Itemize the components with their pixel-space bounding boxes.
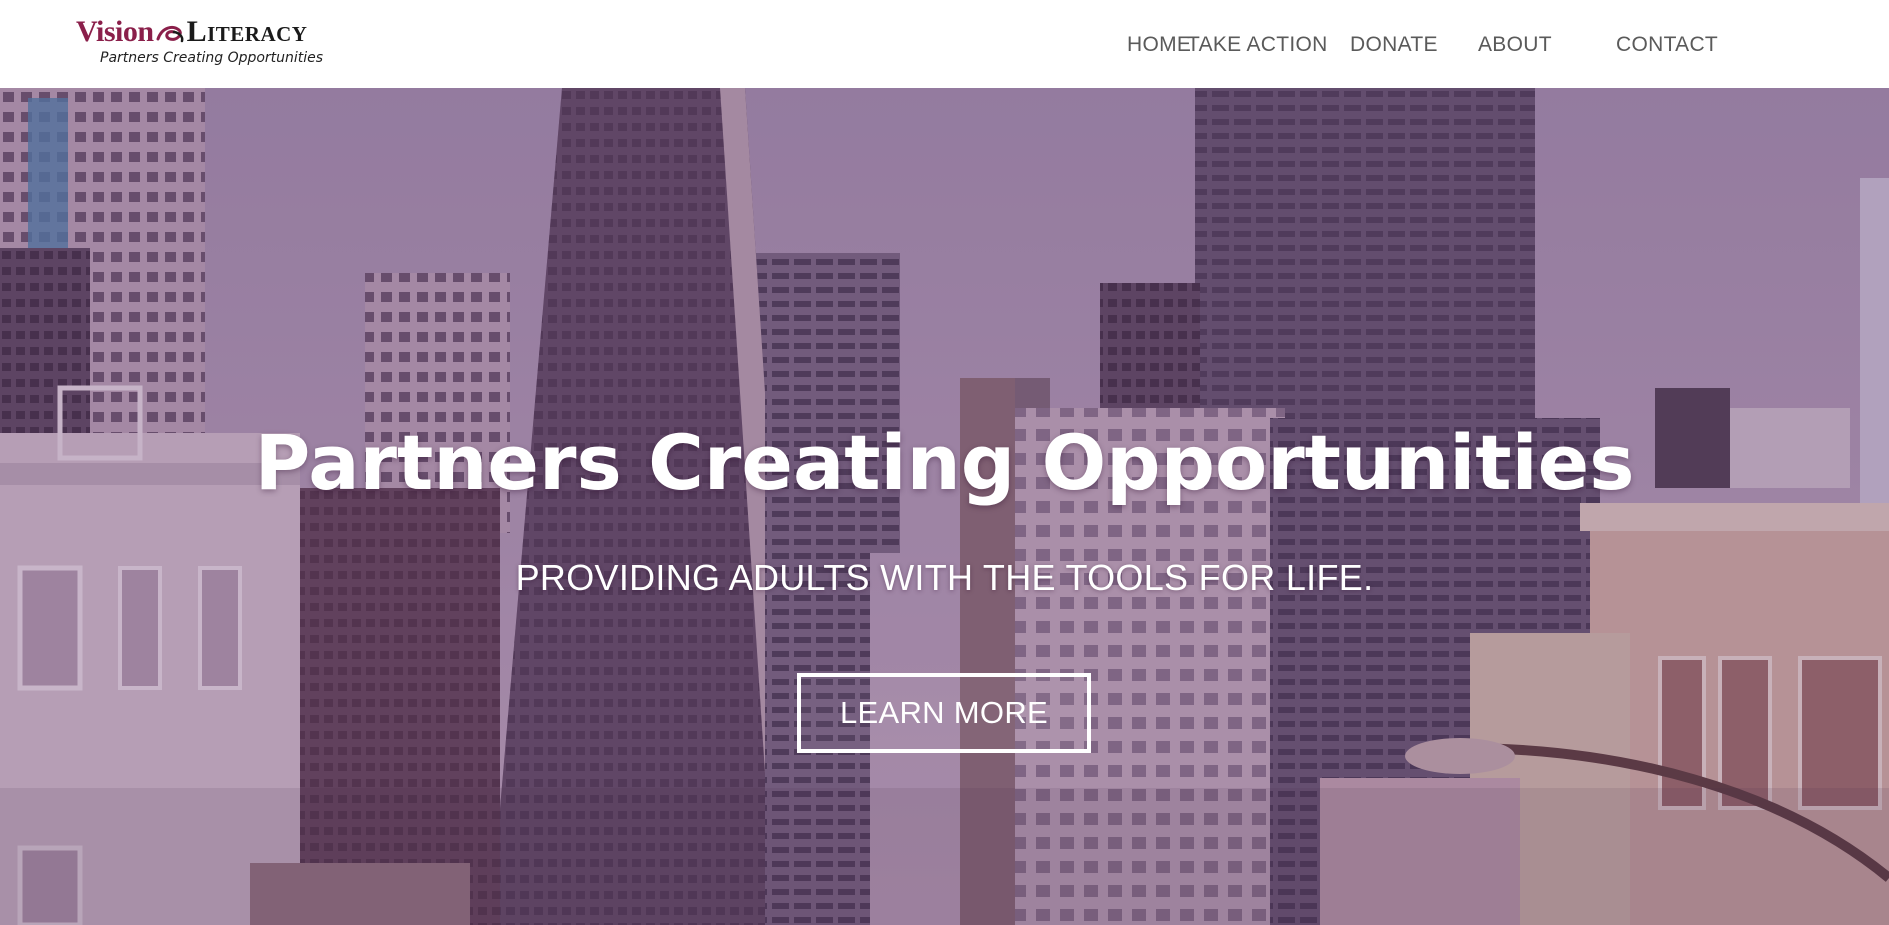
site-header: Vision Literacy Partners Creating Opportu… bbox=[0, 0, 1889, 88]
nav-take-action[interactable]: TAKE ACTION bbox=[1187, 33, 1328, 57]
hero-subtitle: PROVIDING ADULTS WITH THE TOOLS FOR LIFE… bbox=[515, 557, 1374, 598]
nav-home[interactable]: HOME bbox=[1127, 33, 1191, 57]
site-logo[interactable]: Vision Literacy Partners Creating Opportu… bbox=[76, 17, 346, 69]
logo-wordmark: Vision Literacy bbox=[76, 17, 307, 49]
logo-word-literacy: Literacy bbox=[186, 15, 308, 48]
hero-title: Partners Creating Opportunities bbox=[254, 418, 1635, 507]
logo-word-vision: Vision bbox=[76, 15, 154, 48]
nav-contact[interactable]: CONTACT bbox=[1616, 33, 1718, 57]
learn-more-label: LEARN MORE bbox=[840, 695, 1048, 730]
logo-swirl-icon bbox=[155, 23, 185, 49]
nav-donate[interactable]: DONATE bbox=[1350, 33, 1438, 57]
hero-section: Partners Creating Opportunities PROVIDIN… bbox=[0, 88, 1889, 925]
logo-tagline: Partners Creating Opportunities bbox=[100, 50, 324, 66]
nav-about[interactable]: ABOUT bbox=[1478, 33, 1552, 57]
learn-more-button[interactable]: LEARN MORE bbox=[797, 673, 1091, 753]
